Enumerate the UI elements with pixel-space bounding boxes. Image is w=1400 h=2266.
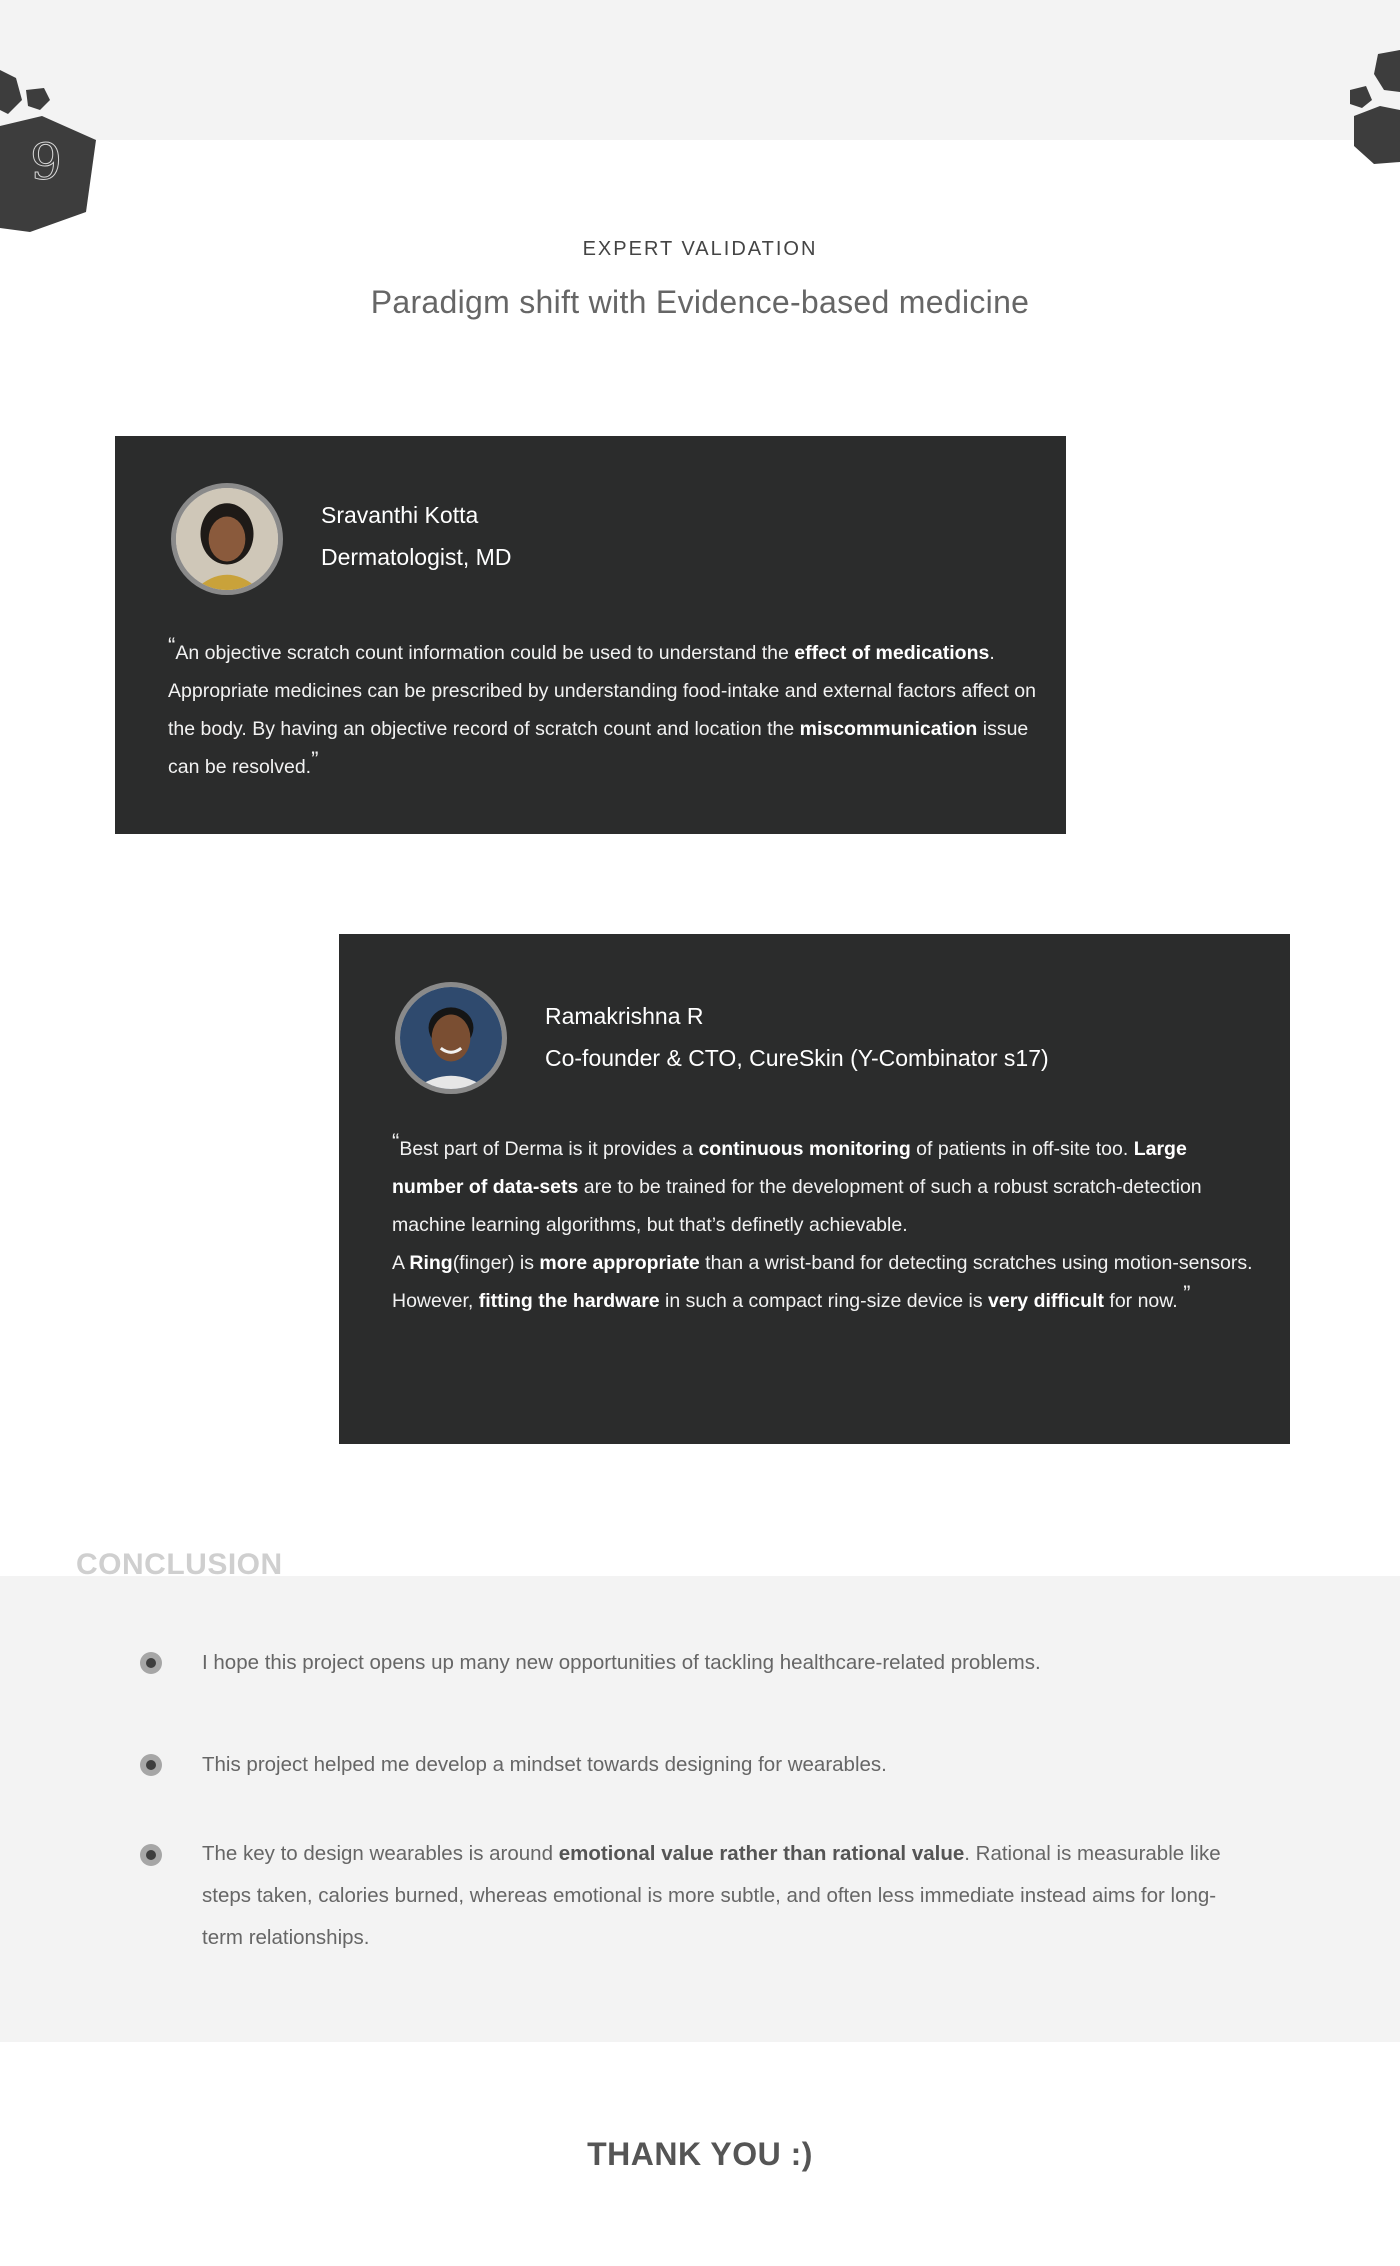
portrait-image	[400, 987, 502, 1089]
conclusion-point: I hope this project opens up many new op…	[202, 1651, 1041, 1674]
person-role: Co-founder & CTO, CureSkin (Y-Combinator…	[545, 1045, 1049, 1071]
testimonial-card: Ramakrishna R Co-founder & CTO, CureSkin…	[339, 934, 1290, 1444]
hexagon-cluster-decoration-right	[1350, 50, 1400, 164]
closing-message: THANK YOU :)	[587, 2136, 813, 2172]
section-headline: Paradigm shift with Evidence-based medic…	[370, 284, 1030, 320]
conclusion-point: The key to design wearables is around em…	[202, 1842, 1221, 1949]
bullet-icon	[140, 1754, 162, 1776]
top-band	[0, 0, 1400, 140]
testimonial-quote: “An objective scratch count information …	[168, 633, 1036, 779]
person-name: Sravanthi Kotta	[321, 502, 479, 528]
person-role: Dermatologist, MD	[321, 544, 512, 570]
person-name: Ramakrishna R	[545, 1003, 704, 1029]
bullet-icon	[140, 1652, 162, 1674]
conclusion-title: CONCLUSION	[76, 1548, 283, 1581]
bullet-icon	[140, 1844, 162, 1866]
testimonial-card: Sravanthi Kotta Dermatologist, MD “An ob…	[115, 436, 1066, 834]
section-number: 9	[30, 133, 63, 192]
avatar	[171, 483, 283, 595]
section-eyebrow: EXPERT VALIDATION	[582, 238, 818, 260]
avatar	[395, 982, 507, 1094]
testimonial-quote: “Best part of Derma is it provides a con…	[392, 1129, 1253, 1313]
conclusion-point: This project helped me develop a mindset…	[202, 1753, 887, 1776]
portrait-image	[176, 488, 278, 590]
